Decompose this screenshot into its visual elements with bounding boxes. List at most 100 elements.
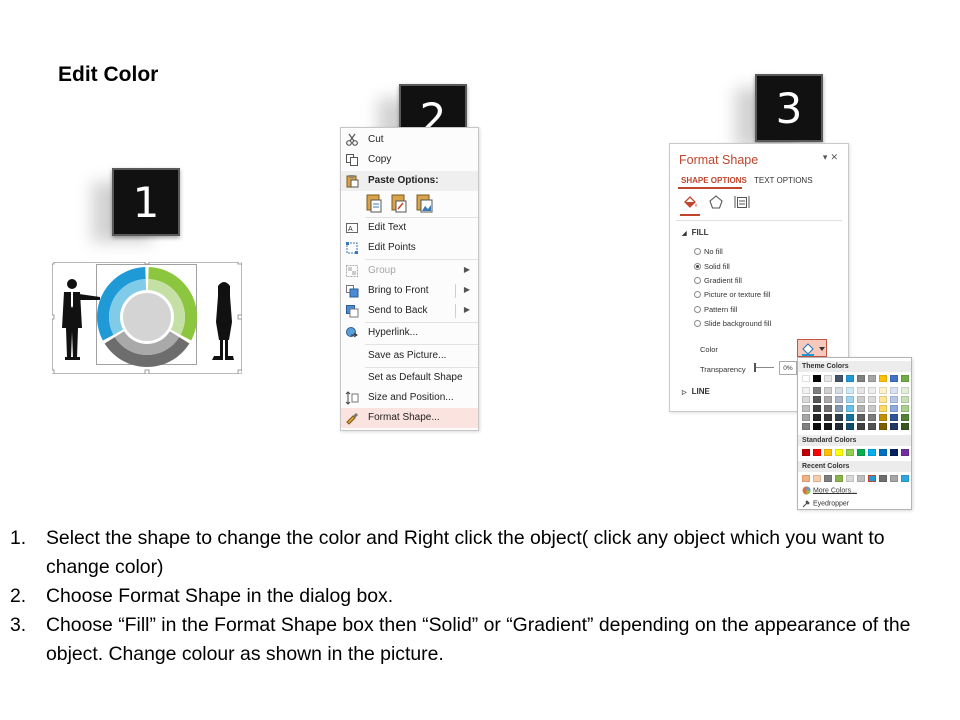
transparency-slider[interactable] — [754, 367, 774, 368]
color-swatch[interactable] — [802, 414, 810, 421]
menu-item-hyperlink[interactable]: Hyperlink... — [341, 323, 478, 343]
color-swatch[interactable] — [890, 375, 898, 382]
color-swatch[interactable] — [857, 375, 865, 382]
color-swatch[interactable] — [813, 405, 821, 412]
menu-item-bring-to-front[interactable]: Bring to Front ▶ — [341, 281, 478, 301]
color-swatch[interactable] — [802, 375, 810, 382]
color-swatch[interactable] — [868, 405, 876, 412]
color-swatch[interactable] — [879, 375, 887, 382]
color-swatch[interactable] — [868, 414, 876, 421]
line-section-header[interactable]: ▷ LINE — [682, 387, 710, 396]
color-swatch[interactable] — [879, 405, 887, 412]
eyedropper-link[interactable]: Eyedropper — [802, 499, 849, 508]
color-swatch[interactable] — [802, 387, 810, 394]
fill-option-picture-fill[interactable]: Picture or texture fill — [694, 290, 770, 299]
close-icon[interactable]: ✕ — [830, 152, 841, 162]
color-swatch[interactable] — [824, 414, 832, 421]
menu-item-edit-points[interactable]: Edit Points — [341, 238, 478, 258]
doughnut-diagram[interactable] — [49, 245, 243, 375]
fill-line-icon[interactable] — [682, 194, 698, 210]
color-swatch[interactable] — [846, 449, 854, 456]
menu-item-cut[interactable]: Cut — [341, 130, 478, 150]
color-swatch[interactable] — [901, 414, 909, 421]
menu-item-format-shape[interactable]: Format Shape... — [341, 408, 478, 428]
color-swatch[interactable] — [813, 423, 821, 430]
color-swatch[interactable] — [824, 449, 832, 456]
color-swatch[interactable] — [901, 405, 909, 412]
fill-section-header[interactable]: ◢ FILL — [682, 228, 709, 237]
color-swatch[interactable] — [868, 387, 876, 394]
color-swatch[interactable] — [824, 396, 832, 403]
color-swatch[interactable] — [890, 405, 898, 412]
color-swatch[interactable] — [857, 475, 865, 482]
selected-shape-area[interactable] — [49, 245, 243, 375]
color-swatch[interactable] — [857, 449, 865, 456]
color-swatch[interactable] — [879, 396, 887, 403]
color-swatch[interactable] — [868, 475, 876, 482]
size-properties-icon[interactable] — [734, 194, 750, 210]
color-swatch[interactable] — [879, 387, 887, 394]
color-swatch[interactable] — [802, 449, 810, 456]
menu-item-save-as-picture[interactable]: Save as Picture... — [341, 346, 478, 366]
color-swatch[interactable] — [868, 423, 876, 430]
menu-item-copy[interactable]: Copy — [341, 150, 478, 170]
color-swatch[interactable] — [901, 423, 909, 430]
color-swatch[interactable] — [813, 449, 821, 456]
color-swatch[interactable] — [879, 423, 887, 430]
color-swatch[interactable] — [868, 396, 876, 403]
fill-option-no-fill[interactable]: No fill — [694, 247, 723, 256]
color-swatch[interactable] — [835, 387, 843, 394]
color-swatch[interactable] — [835, 475, 843, 482]
color-swatch[interactable] — [901, 475, 909, 482]
fill-option-solid-fill[interactable]: Solid fill — [694, 262, 730, 271]
color-swatch[interactable] — [824, 475, 832, 482]
color-swatch[interactable] — [857, 423, 865, 430]
color-swatch[interactable] — [835, 449, 843, 456]
color-swatch[interactable] — [846, 423, 854, 430]
menu-item-size-and-position[interactable]: Size and Position... — [341, 388, 478, 408]
submenu-arrow-icon[interactable]: ▶ — [464, 285, 470, 294]
color-swatch[interactable] — [835, 405, 843, 412]
tab-shape-options[interactable]: SHAPE OPTIONS — [681, 176, 747, 185]
color-swatch[interactable] — [802, 405, 810, 412]
color-swatch[interactable] — [846, 375, 854, 382]
color-swatch[interactable] — [901, 375, 909, 382]
color-swatch[interactable] — [879, 475, 887, 482]
color-swatch[interactable] — [813, 387, 821, 394]
color-swatch[interactable] — [890, 423, 898, 430]
color-swatch[interactable] — [835, 414, 843, 421]
color-swatch[interactable] — [890, 475, 898, 482]
more-colors-link[interactable]: More Colors... — [802, 486, 857, 495]
color-swatch[interactable] — [879, 449, 887, 456]
color-swatch[interactable] — [846, 414, 854, 421]
color-swatch[interactable] — [824, 375, 832, 382]
effects-icon[interactable] — [708, 194, 724, 210]
color-swatch[interactable] — [857, 396, 865, 403]
color-swatch[interactable] — [846, 475, 854, 482]
color-swatch[interactable] — [824, 387, 832, 394]
color-swatch[interactable] — [846, 396, 854, 403]
color-swatch[interactable] — [813, 414, 821, 421]
color-swatch[interactable] — [901, 449, 909, 456]
color-swatch[interactable] — [813, 475, 821, 482]
color-swatch[interactable] — [802, 475, 810, 482]
submenu-arrow-icon[interactable]: ▶ — [464, 305, 470, 314]
color-swatch[interactable] — [824, 423, 832, 430]
color-swatch[interactable] — [868, 449, 876, 456]
color-swatch[interactable] — [857, 405, 865, 412]
menu-item-edit-text[interactable]: A Edit Text — [341, 218, 478, 238]
color-swatch[interactable] — [846, 387, 854, 394]
slider-handle[interactable] — [754, 363, 756, 372]
color-swatch[interactable] — [857, 414, 865, 421]
color-swatch[interactable] — [813, 396, 821, 403]
fill-option-slide-background[interactable]: Slide background fill — [694, 319, 771, 328]
color-swatch[interactable] — [857, 387, 865, 394]
color-swatch[interactable] — [835, 423, 843, 430]
menu-item-send-to-back[interactable]: Send to Back ▶ — [341, 301, 478, 321]
color-swatch[interactable] — [890, 387, 898, 394]
menu-item-group[interactable]: Group ▶ — [341, 261, 478, 281]
tab-text-options[interactable]: TEXT OPTIONS — [754, 176, 813, 185]
color-swatch[interactable] — [901, 396, 909, 403]
color-swatch[interactable] — [835, 396, 843, 403]
color-swatch[interactable] — [835, 375, 843, 382]
